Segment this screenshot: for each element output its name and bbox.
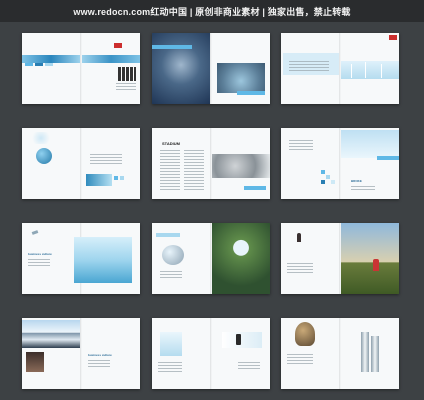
brochure-preview-grid: STADIUM BROKE business culture business … [0,0,424,400]
handshake-photo [212,154,270,178]
body-text-lines [160,150,180,190]
turbine-pole [351,64,352,78]
brochure-spread-9 [281,223,399,294]
mountain-photo [22,320,80,348]
sculpture-photo [371,336,379,372]
runner-photo [222,332,262,348]
title-band [377,156,399,160]
body-text-lines [287,263,313,275]
color-tile [321,170,325,174]
spread-gutter [80,33,82,104]
body-text-lines [28,259,50,267]
color-tile [25,63,33,66]
cover-photo-strip [82,55,140,63]
brochure-spread-6: BROKE [281,128,399,199]
spread-gutter [80,318,82,389]
globe-graphic [36,148,52,164]
world-map-graphic [30,132,52,144]
globe-sphere-graphic [162,245,184,265]
spread-gutter [80,128,82,199]
person-figure [373,259,379,271]
body-text-lines [184,150,204,190]
color-tile [120,176,124,180]
body-text-lines [289,61,329,73]
spread-heading: business culture [28,252,52,256]
body-text-lines [238,362,260,370]
brochure-spread-1 [22,33,140,104]
ice-waterfall-photo [74,237,132,283]
brochure-spread-12 [281,318,399,389]
photo-grid [118,67,136,81]
brochure-spread-2 [152,33,270,104]
spread-gutter [210,318,212,389]
skyline-photo [160,332,182,356]
statue-globe-photo [295,322,315,346]
paper-plane-graphic [31,230,39,235]
turbine-pole [365,62,366,78]
brochure-spread-11 [152,318,270,389]
caption-band [237,91,265,95]
hiker-sky-photo [341,130,399,158]
person-photo [297,233,301,242]
wind-turbine-photo [341,61,399,79]
turbine-pole [381,64,382,78]
brochure-spread-7: business culture [22,223,140,294]
color-tile [45,63,53,66]
brochure-spread-4 [22,128,140,199]
spread-gutter [210,33,212,104]
color-tile [321,180,325,184]
spread-heading: STADIUM [162,141,180,146]
body-text-lines [160,271,182,279]
body-text-lines [289,140,313,150]
cityscape-photo [86,174,112,186]
body-text-lines [351,186,375,192]
sculpture-photo [361,332,369,372]
spread-heading: BROKE [351,179,362,183]
brochure-spread-5: STADIUM [152,128,270,199]
logo-mark [114,43,122,48]
title-band [152,45,192,49]
runner-figure [236,334,241,345]
forest-canopy-photo [212,223,270,294]
cover-photo-strip [22,55,80,63]
title-band [156,233,180,237]
storm-photo [152,33,210,104]
brochure-spread-3 [281,33,399,104]
hilltop-person-photo [341,223,399,294]
sea-rock-photo [217,63,265,93]
color-tile [35,63,43,66]
body-text-lines [287,354,313,366]
brochure-spread-10: business culture [22,318,140,389]
body-text-lines [90,154,122,164]
spread-gutter [339,318,341,389]
logo-mark [389,35,397,40]
brochure-spread-8 [152,223,270,294]
body-text-lines [158,362,182,372]
color-tile [326,175,330,179]
caption-band [244,186,266,190]
color-tile [331,180,335,184]
climber-photo [26,352,44,372]
body-text-lines [88,360,110,368]
spread-heading: business culture [88,353,112,357]
color-tile [114,176,118,180]
body-text-lines [116,83,136,91]
